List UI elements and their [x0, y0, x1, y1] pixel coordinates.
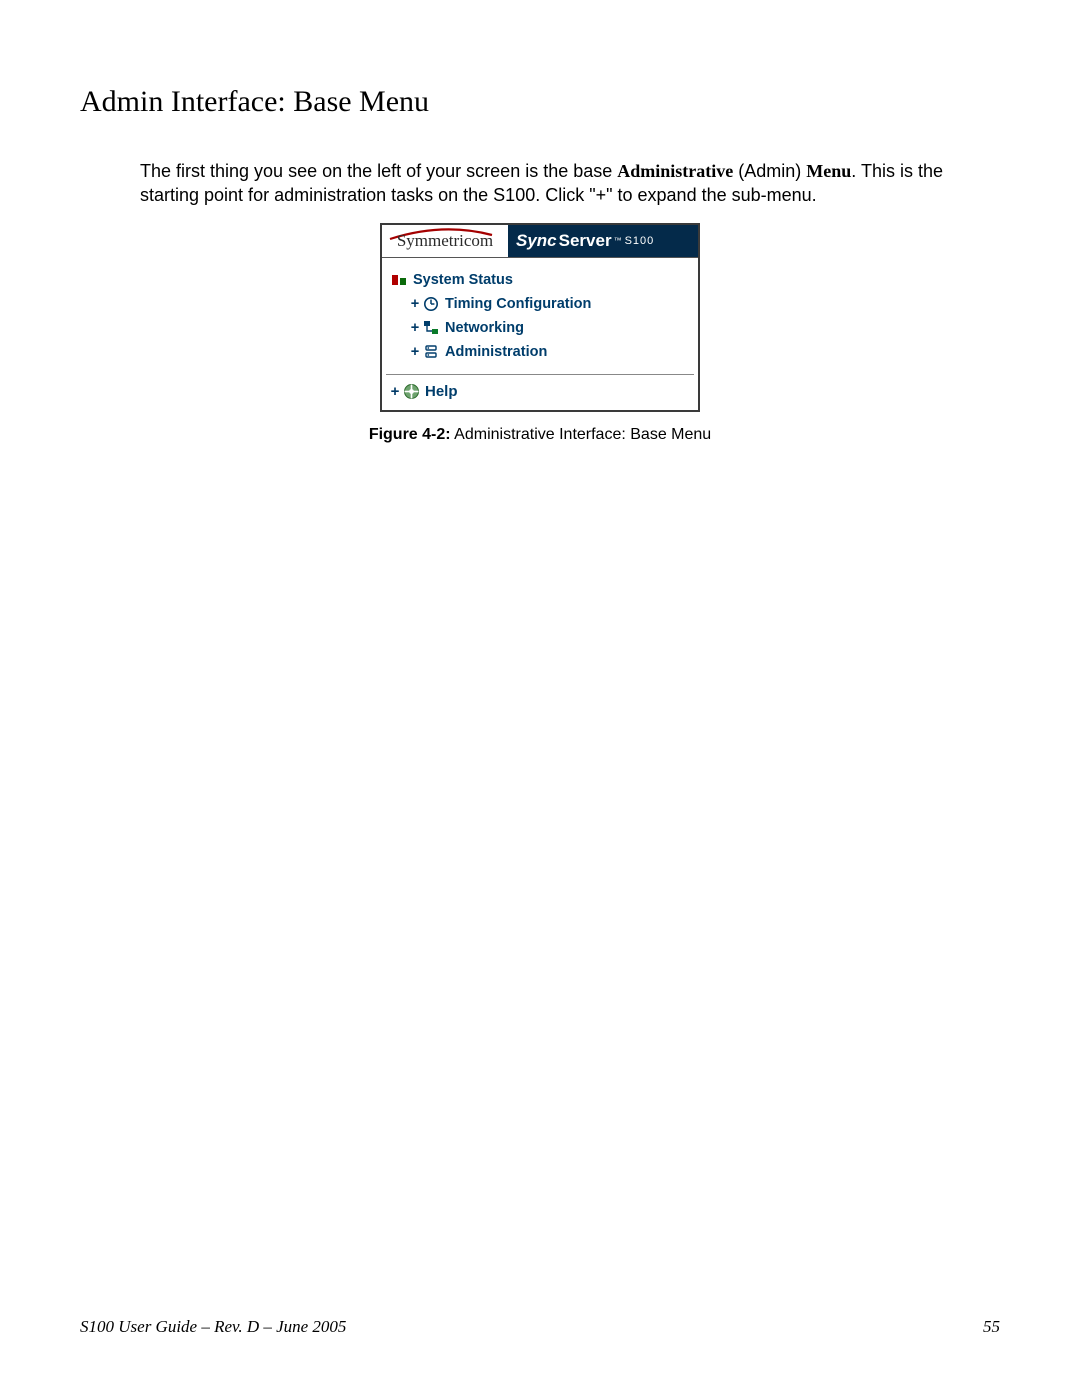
menu-item-help[interactable]: + Help	[382, 375, 698, 410]
intro-paragraph: The first thing you see on the left of y…	[140, 159, 990, 208]
product-tm: ™	[614, 236, 622, 245]
intro-text-2: (Admin)	[733, 161, 806, 181]
product-model: S100	[625, 235, 655, 247]
figure-label: Figure 4-2:	[369, 426, 451, 443]
figure-caption: Figure 4-2: Administrative Interface: Ba…	[80, 426, 1000, 444]
footer-page-number: 55	[983, 1317, 1000, 1337]
figure-container: Symmetricom SyncServer™S100 System Statu…	[80, 223, 1000, 444]
product-sync: Sync	[516, 231, 557, 251]
menu-item-administration[interactable]: + Administration	[388, 340, 692, 364]
clock-icon	[422, 296, 440, 312]
expand-icon[interactable]: +	[408, 296, 422, 312]
screenshot-header: Symmetricom SyncServer™S100	[382, 225, 698, 258]
menu-label-administration: Administration	[445, 344, 547, 360]
brand-text: Symmetricom	[397, 231, 493, 251]
menu-label-system-status: System Status	[413, 272, 513, 288]
product-server: Server	[559, 231, 612, 251]
intro-text-1: The first thing you see on the left of y…	[140, 161, 617, 181]
menu-label-networking: Networking	[445, 320, 524, 336]
expand-icon[interactable]: +	[408, 344, 422, 360]
expand-icon[interactable]: +	[388, 383, 402, 400]
footer-left: S100 User Guide – Rev. D – June 2005	[80, 1317, 346, 1337]
admin-menu-screenshot: Symmetricom SyncServer™S100 System Statu…	[380, 223, 700, 412]
menu-item-timing-config[interactable]: + Timing Configuration	[388, 292, 692, 316]
status-icon	[390, 272, 408, 288]
intro-bold-admin: Administrative	[617, 161, 733, 181]
figure-caption-text: Administrative Interface: Base Menu	[451, 426, 712, 443]
page-title: Admin Interface: Base Menu	[80, 85, 1000, 119]
help-icon	[402, 383, 420, 399]
menu-item-networking[interactable]: + Networking	[388, 316, 692, 340]
brand-logo: Symmetricom	[382, 225, 508, 257]
expand-icon[interactable]: +	[408, 320, 422, 336]
menu-item-system-status[interactable]: System Status	[388, 268, 692, 292]
page-footer: S100 User Guide – Rev. D – June 2005 55	[80, 1317, 1000, 1337]
product-badge: SyncServer™S100	[508, 225, 698, 257]
menu-label-timing-config: Timing Configuration	[445, 296, 591, 312]
network-icon	[422, 320, 440, 336]
menu-label-help: Help	[425, 383, 458, 400]
menu-list: System Status + Timing Configuration +	[382, 258, 698, 368]
server-icon	[422, 344, 440, 360]
intro-bold-menu: Menu	[806, 161, 851, 181]
